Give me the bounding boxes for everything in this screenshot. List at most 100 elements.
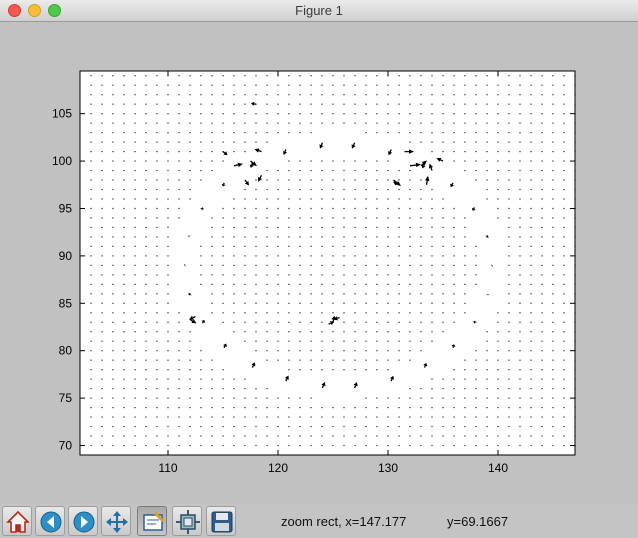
quiver-dot [552,169,554,172]
quiver-dot [266,245,268,248]
quiver-dot [354,435,356,437]
quiver-dot [178,113,180,115]
quiver-dot [420,84,422,86]
quiver-dot [288,369,290,371]
quiver-dot [167,94,169,96]
quiver-dot [145,207,147,210]
quiver-dot [332,75,334,77]
quiver-dot [123,444,125,447]
quiver-dot [431,312,433,314]
quiver-dot [475,406,477,409]
quiver-dot [156,302,158,304]
quiver-dot [453,388,455,390]
quiver-dot [497,141,499,143]
quiver-dot [167,179,169,181]
quiver-dot [277,302,279,304]
quiver-dot [101,122,103,124]
quiver-dot [508,188,510,191]
quiver-dot [288,113,290,115]
quiver-dot [376,255,378,257]
quiver-dot [453,302,455,304]
quiver-dot [387,169,389,172]
quiver-dot [409,245,411,248]
quiver-dot [486,179,488,181]
quiver-dot [398,397,400,399]
quiver-dot [244,293,246,295]
arrow-shaft [425,180,428,185]
quiver-dot [442,435,444,437]
quiver-dot [134,84,136,86]
quiver-dot [519,397,521,399]
quiver-dot [299,359,301,361]
quiver-dot [145,179,147,181]
quiver-dot [145,150,147,153]
quiver-dot [321,340,323,342]
quiver-dot [332,331,334,333]
quiver-dot [486,388,488,390]
quiver-dot [211,75,213,77]
quiver-dot [255,94,257,96]
quiver-dot [288,103,290,105]
quiver-dot [475,283,477,285]
back-button[interactable] [35,506,65,536]
quiver-dot [255,113,257,115]
quiver-dot [288,264,290,266]
quiver-dot [332,217,334,219]
quiver-dot [244,331,246,333]
quiver-dot [409,312,411,314]
quiver-dot [453,217,455,219]
quiver-dot [299,94,301,96]
quiver-dot [519,416,521,418]
figure-canvas[interactable]: 110 120 130 140 70 75 80 85 90 95 100 105 [0,22,638,504]
quiver-dot [112,122,114,124]
subplots-button[interactable] [172,506,202,536]
quiver-dot [365,169,367,172]
quiver-dot [134,207,136,210]
quiver-dot [156,236,158,238]
quiver-dot [167,359,169,361]
quiver-dot [90,236,92,238]
quiver-dot [156,369,158,371]
save-button[interactable] [206,506,236,536]
quiver-dot [343,169,345,172]
quiver-dot [376,160,378,162]
forward-button[interactable] [68,506,98,536]
quiver-dot [398,179,400,181]
quiver-dot [508,198,510,200]
zoom-button[interactable] [137,506,167,536]
quiver-dot [453,226,455,229]
quiver-dot [222,236,224,238]
quiver-dot [332,274,334,276]
quiver-dot [145,141,147,143]
quiver-dot [563,406,565,409]
quiver-dot [233,103,235,105]
arrow-shaft [223,345,226,349]
quiver-dot [112,150,114,153]
quiver-dot [475,255,477,257]
quiver-dot [420,274,422,276]
quiver-dot [266,226,268,229]
quiver-dot [332,226,334,229]
quiver-dot [508,264,510,266]
pan-button[interactable] [101,506,131,536]
quiver-dot [233,274,235,276]
quiver-dot [189,340,191,342]
arrow-shaft [409,164,417,167]
quiver-dot [398,359,400,361]
quiver-dot [90,369,92,371]
quiver-dot [134,188,136,191]
quiver-dot [475,141,477,143]
home-button[interactable] [2,506,32,536]
quiver-dot [321,406,323,409]
quiver-dot [156,207,158,210]
quiver-dot [387,94,389,96]
quiver-dot [112,293,114,295]
quiver-dot [189,416,191,418]
quiver-dot [101,416,103,418]
quiver-chart[interactable]: 110 120 130 140707580859095100105 [0,22,638,504]
quiver-dot [332,425,334,428]
quiver-dot [332,198,334,200]
quiver-dot [255,425,257,428]
quiver-dot [145,283,147,285]
quiver-dot [541,331,543,333]
